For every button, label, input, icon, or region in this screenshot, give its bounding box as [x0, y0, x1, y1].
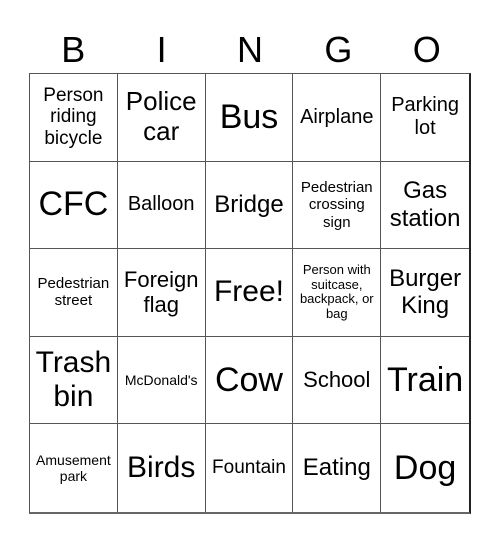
- bingo-cell[interactable]: Pedestrian crossing sign: [293, 161, 382, 250]
- bingo-cell[interactable]: Bridge: [205, 161, 294, 250]
- bingo-cell[interactable]: Dog: [381, 424, 469, 512]
- bingo-cell[interactable]: Person with suitcase, backpack, or bag: [293, 249, 382, 337]
- bingo-cell[interactable]: Bus: [205, 74, 294, 162]
- bingo-cell[interactable]: Foreign flag: [117, 249, 206, 337]
- bingo-cell[interactable]: Eating: [293, 424, 382, 512]
- header-letter-b: B: [61, 29, 86, 70]
- bingo-card: Person riding bicycle Police car Bus Air…: [29, 73, 471, 514]
- bingo-cell[interactable]: Parking lot: [381, 74, 469, 162]
- bingo-header: B I N G O: [29, 30, 471, 70]
- bingo-cell[interactable]: Balloon: [117, 161, 206, 250]
- bingo-cell[interactable]: Gas station: [381, 162, 469, 250]
- bingo-cell[interactable]: CFC: [30, 161, 118, 250]
- header-letter-i: I: [156, 29, 167, 70]
- bingo-cell[interactable]: Fountain: [206, 424, 294, 512]
- bingo-cell[interactable]: Airplane: [293, 74, 382, 162]
- bingo-cell[interactable]: Burger King: [381, 249, 469, 337]
- bingo-cell[interactable]: Pedestrian street: [30, 249, 118, 337]
- bingo-cell[interactable]: Birds: [118, 424, 206, 512]
- bingo-cell[interactable]: Trash bin: [30, 336, 118, 425]
- header-letter-n: N: [236, 29, 263, 70]
- bingo-cell[interactable]: Police car: [117, 74, 206, 162]
- bingo-cell[interactable]: Person riding bicycle: [30, 74, 118, 162]
- bingo-cell[interactable]: Train: [381, 337, 469, 425]
- header-letter-o: O: [412, 29, 441, 70]
- bingo-cell[interactable]: School: [293, 336, 382, 425]
- bingo-cell[interactable]: McDonald's: [117, 336, 206, 425]
- bingo-cell[interactable]: Cow: [205, 336, 294, 425]
- free-space-cell[interactable]: Free!: [205, 249, 294, 337]
- header-letter-g: G: [324, 29, 353, 70]
- bingo-cell[interactable]: Amusement park: [30, 424, 118, 512]
